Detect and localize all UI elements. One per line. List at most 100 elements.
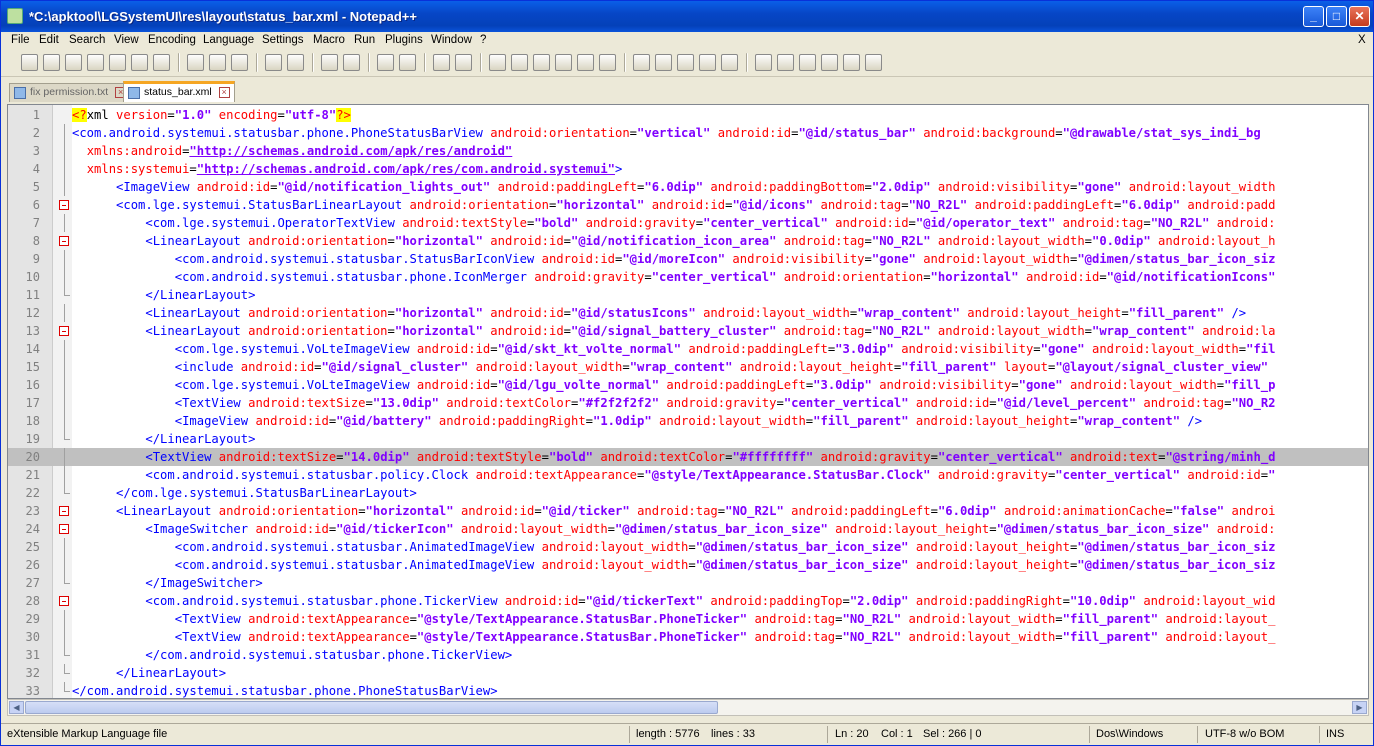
code-line[interactable]: 21 <com.android.systemui.statusbar.polic… [8,466,1368,484]
word-wrap-icon[interactable] [489,54,506,71]
tab-close-icon[interactable]: × [218,87,230,98]
fold-collapse-icon[interactable] [59,524,69,534]
play-macro-icon[interactable] [677,54,694,71]
fold-collapse-icon[interactable] [59,506,69,516]
menu-encoding[interactable]: Encoding [148,34,196,46]
code-line[interactable]: 30 <TextView android:textAppearance="@st… [8,628,1368,646]
code-line[interactable]: 10 <com.android.systemui.statusbar.phone… [8,268,1368,286]
sync-horizontal-icon[interactable] [455,54,472,71]
move-bottom-icon[interactable] [821,54,838,71]
code-line[interactable]: 7 <com.lge.systemui.OperatorTextView and… [8,214,1368,232]
code-line[interactable]: 25 <com.android.systemui.statusbar.Anima… [8,538,1368,556]
code-line[interactable]: 1 <?xml version="1.0" encoding="utf-8"?> [8,106,1368,124]
user-language-icon[interactable] [555,54,572,71]
code-line[interactable]: 2 <com.android.systemui.statusbar.phone.P… [8,124,1368,142]
horizontal-scrollbar[interactable]: ◀ ▶ [7,699,1369,716]
fold-collapse-icon[interactable] [59,596,69,606]
stop-macro-icon[interactable] [655,54,672,71]
code-line[interactable]: 28 <com.android.systemui.statusbar.phone… [8,592,1368,610]
doc-map-icon[interactable] [577,54,594,71]
indent-guide-icon[interactable] [533,54,550,71]
move-top-icon[interactable] [755,54,772,71]
plugin-icon[interactable] [865,54,882,71]
replace-icon[interactable] [343,54,360,71]
run-macro-multiple-icon[interactable] [699,54,716,71]
close-all-icon[interactable] [131,54,148,71]
code-editor[interactable]: 1 <?xml version="1.0" encoding="utf-8"?> 2… [7,104,1369,699]
code-line[interactable]: 12 <LinearLayout android:orientation="ho… [8,304,1368,322]
close-document-x[interactable]: X [1358,34,1366,46]
menu-file[interactable]: File [11,34,30,46]
code-line[interactable]: 17 <TextView android:textSize="13.0dip" … [8,394,1368,412]
new-file-icon[interactable] [21,54,38,71]
fold-collapse-icon[interactable] [59,236,69,246]
code-line[interactable]: 5 <ImageView android:id="@id/notificatio… [8,178,1368,196]
redo-icon[interactable] [287,54,304,71]
print-icon[interactable] [153,54,170,71]
maximize-button[interactable]: □ [1326,6,1347,27]
menu-language[interactable]: Language [203,34,254,46]
minimize-button[interactable]: _ [1303,6,1324,27]
fold-collapse-icon[interactable] [59,326,69,336]
code-line[interactable]: 20 <TextView android:textSize="14.0dip" … [8,448,1368,466]
zoom-in-icon[interactable] [377,54,394,71]
function-list-icon[interactable] [599,54,616,71]
code-line[interactable]: 6 <com.lge.systemui.StatusBarLinearLayou… [8,196,1368,214]
code-line[interactable]: 3 xmlns:android="http://schemas.android.… [8,142,1368,160]
code-line[interactable]: 19 </LinearLayout> [8,430,1368,448]
code-line[interactable]: 13 <LinearLayout android:orientation="ho… [8,322,1368,340]
tab-status-bar-xml[interactable]: status_bar.xml × [123,81,235,102]
menu-window[interactable]: Window [431,34,472,46]
undo-icon[interactable] [265,54,282,71]
close-file-icon[interactable] [109,54,126,71]
menu-help[interactable]: ? [480,34,486,46]
copy-icon[interactable] [209,54,226,71]
paste-icon[interactable] [231,54,248,71]
code-line[interactable]: 4 xmlns:systemui="http://schemas.android… [8,160,1368,178]
move-up-icon[interactable] [777,54,794,71]
open-file-icon[interactable] [43,54,60,71]
menu-search[interactable]: Search [69,34,105,46]
code-line[interactable]: 11 </LinearLayout> [8,286,1368,304]
scroll-left-icon[interactable]: ◀ [9,701,24,714]
code-line[interactable]: 29 <TextView android:textAppearance="@st… [8,610,1368,628]
code-line[interactable]: 14 <com.lge.systemui.VoLteImageView andr… [8,340,1368,358]
menu-settings[interactable]: Settings [262,34,304,46]
menu-edit[interactable]: Edit [39,34,59,46]
code-line[interactable]: 15 <include android:id="@id/signal_clust… [8,358,1368,376]
find-icon[interactable] [321,54,338,71]
code-line[interactable]: 18 <ImageView android:id="@id/battery" a… [8,412,1368,430]
code-line[interactable]: 23 <LinearLayout android:orientation="ho… [8,502,1368,520]
sync-vertical-icon[interactable] [433,54,450,71]
code-line[interactable]: 9 <com.android.systemui.statusbar.Status… [8,250,1368,268]
code-line[interactable]: 22 </com.lge.systemui.StatusBarLinearLay… [8,484,1368,502]
code-line[interactable]: 8 <LinearLayout android:orientation="hor… [8,232,1368,250]
scroll-right-icon[interactable]: ▶ [1352,701,1367,714]
scrollbar-thumb[interactable] [25,701,718,714]
save-macro-icon[interactable] [721,54,738,71]
code-line[interactable]: 26 <com.android.systemui.statusbar.Anima… [8,556,1368,574]
zoom-out-icon[interactable] [399,54,416,71]
tab-fix-permission[interactable]: fix permission.txt × [9,83,132,102]
move-down-icon[interactable] [799,54,816,71]
code-line[interactable]: 24 <ImageSwitcher android:id="@id/ticker… [8,520,1368,538]
menu-plugins[interactable]: Plugins [385,34,423,46]
menu-macro[interactable]: Macro [313,34,345,46]
fold-collapse-icon[interactable] [59,200,69,210]
code-line[interactable]: 27 </ImageSwitcher> [8,574,1368,592]
cut-icon[interactable] [187,54,204,71]
record-macro-icon[interactable] [633,54,650,71]
spell-check-icon[interactable] [843,54,860,71]
code-line[interactable]: 33 </com.android.systemui.statusbar.phone… [8,682,1368,698]
code-line[interactable]: 31 </com.android.systemui.statusbar.phon… [8,646,1368,664]
menu-view[interactable]: View [114,34,139,46]
code-line[interactable]: 16 <com.lge.systemui.VoLteImageView andr… [8,376,1368,394]
save-all-icon[interactable] [87,54,104,71]
close-window-button[interactable]: ✕ [1349,6,1370,27]
menu-run[interactable]: Run [354,34,375,46]
code-text: <com.android.systemui.statusbar.StatusBa… [174,252,1276,266]
title-bar[interactable]: *C:\apktool\LGSystemUI\res\layout\status… [1,1,1373,32]
save-icon[interactable] [65,54,82,71]
code-line[interactable]: 32 </LinearLayout> [8,664,1368,682]
show-all-chars-icon[interactable] [511,54,528,71]
